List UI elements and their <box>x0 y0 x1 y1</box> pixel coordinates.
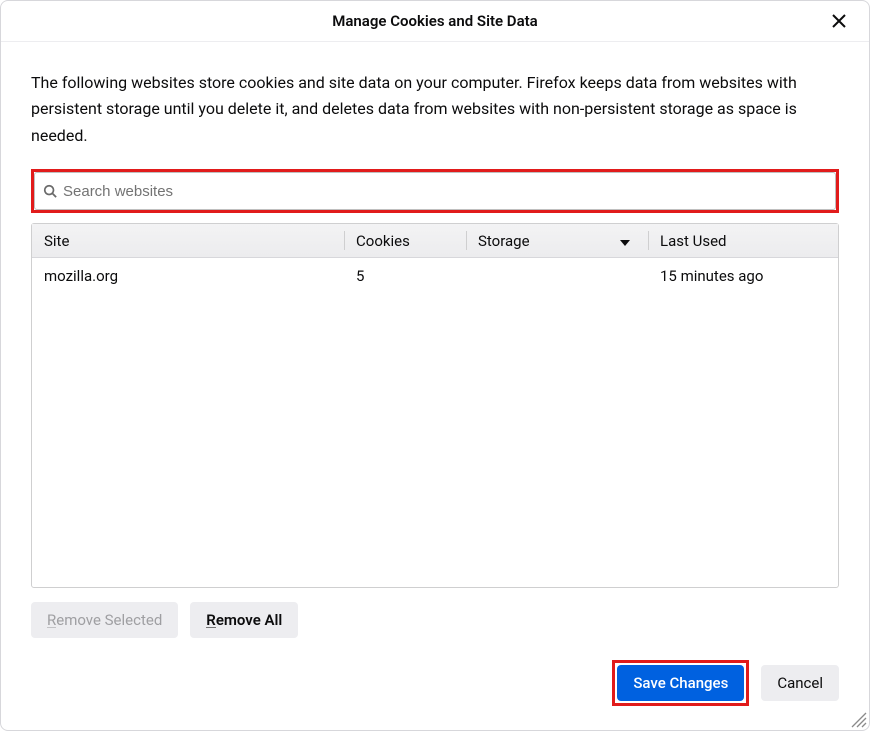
table-header: Site Cookies Storage Last Used <box>32 224 838 258</box>
save-changes-button[interactable]: Save Changes <box>617 665 744 701</box>
remove-selected-button: Remove Selected <box>31 602 178 638</box>
table-body: mozilla.org 5 15 minutes ago <box>32 258 838 587</box>
remove-all-access: R <box>206 611 216 629</box>
column-cookies-label: Cookies <box>356 232 410 250</box>
cell-last-used: 15 minutes ago <box>648 267 838 285</box>
remove-selected-rest: emove Selected <box>56 611 162 629</box>
save-highlight: Save Changes <box>612 660 749 706</box>
intro-text: The following websites store cookies and… <box>31 70 839 149</box>
dialog-content: The following websites store cookies and… <box>1 42 869 638</box>
cell-site: mozilla.org <box>32 267 344 285</box>
cancel-button[interactable]: Cancel <box>761 665 839 701</box>
column-cookies[interactable]: Cookies <box>344 224 466 257</box>
table-row[interactable]: mozilla.org 5 15 minutes ago <box>32 258 838 294</box>
column-storage-label: Storage <box>478 232 530 250</box>
resize-grip-icon[interactable] <box>851 712 867 728</box>
column-storage[interactable]: Storage <box>466 224 648 257</box>
dialog-titlebar: Manage Cookies and Site Data <box>1 1 869 42</box>
column-last-used-label: Last Used <box>660 232 727 250</box>
column-site[interactable]: Site <box>32 224 344 257</box>
dialog-footer: Save Changes Cancel <box>1 660 869 730</box>
manage-cookies-dialog: Manage Cookies and Site Data The followi… <box>0 0 870 731</box>
remove-all-rest: emove All <box>216 611 283 629</box>
remove-all-button[interactable]: Remove All <box>190 602 298 638</box>
search-field[interactable] <box>34 172 836 210</box>
search-icon <box>43 184 57 198</box>
search-highlight <box>31 169 839 213</box>
column-last-used[interactable]: Last Used <box>648 224 838 257</box>
dialog-title: Manage Cookies and Site Data <box>332 12 537 30</box>
sites-table: Site Cookies Storage Last Used mozilla.o… <box>31 223 839 588</box>
column-site-label: Site <box>44 232 69 250</box>
search-input[interactable] <box>63 183 827 200</box>
remove-selected-access: R <box>47 611 56 629</box>
close-icon <box>830 12 848 30</box>
sort-indicator-icon <box>620 232 630 250</box>
close-button[interactable] <box>827 9 851 33</box>
remove-buttons-row: Remove Selected Remove All <box>31 602 839 638</box>
cell-cookies: 5 <box>344 267 466 285</box>
